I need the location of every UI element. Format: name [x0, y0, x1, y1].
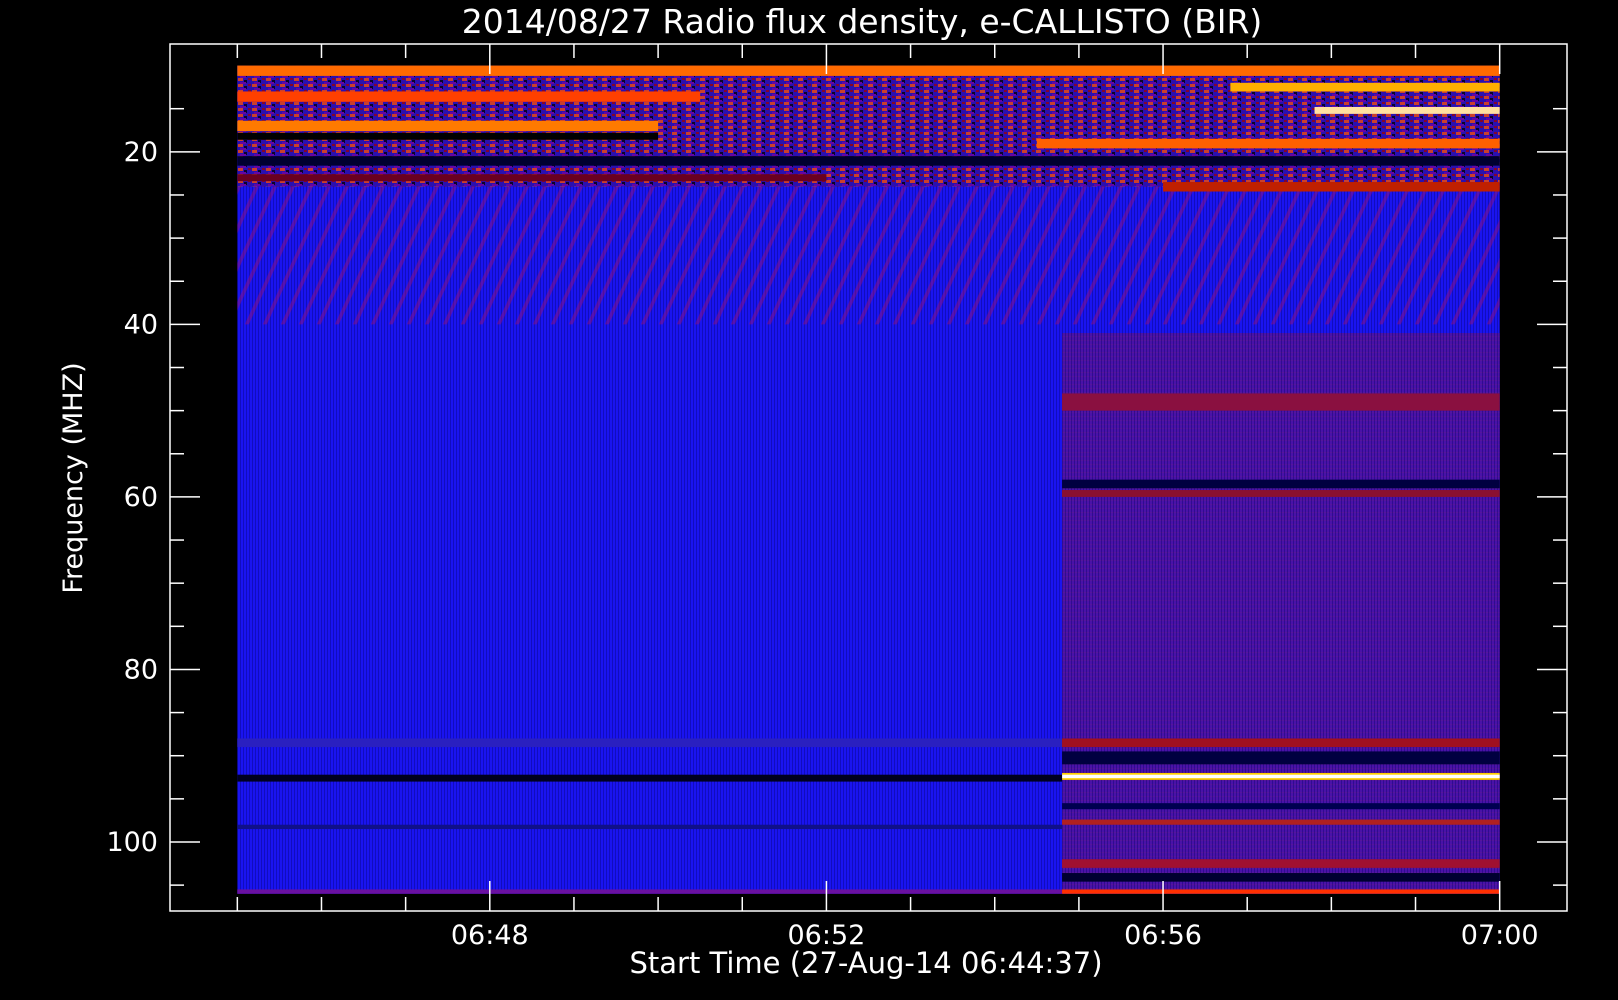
heatmap-band: [1062, 751, 1500, 765]
heatmap-band: [1062, 479, 1500, 489]
heatmap-band: [1062, 873, 1500, 882]
y-tick-label: 100: [106, 827, 158, 858]
heatmap-band: [237, 738, 1063, 748]
heatmap-band: [1163, 182, 1500, 192]
heatmap-band: [1062, 774, 1500, 779]
spectrogram-image: [237, 65, 1500, 894]
heatmap-band: [1062, 819, 1500, 825]
heatmap-band: [237, 774, 1063, 782]
heatmap-band: [237, 91, 701, 102]
heatmap-band: [237, 174, 827, 182]
y-tick-label: 20: [124, 137, 158, 168]
x-tick-label: 06:56: [1124, 920, 1202, 951]
heatmap-band: [1062, 393, 1500, 411]
chart-title: 2014/08/27 Radio flux density, e-CALLIST…: [462, 2, 1263, 41]
heatmap-band: [237, 120, 659, 132]
heatmap-band: [237, 65, 1500, 76]
heatmap-band: [237, 824, 1063, 830]
y-tick-label: 80: [124, 654, 158, 685]
x-tick-label: 06:48: [451, 920, 529, 951]
heatmap-band: [1062, 490, 1500, 497]
heatmap-band: [237, 889, 1063, 894]
spectrogram-figure: 2014/08/27 Radio flux density, e-CALLIST…: [58, 2, 1568, 980]
heatmap-band: [1062, 803, 1500, 810]
y-axis-label: Frequency (MHZ): [58, 362, 89, 593]
x-axis-label: Start Time (27-Aug-14 06:44:37): [629, 946, 1102, 980]
heatmap-band: [1062, 738, 1500, 748]
heatmap-band: [1230, 82, 1500, 92]
heatmap-band: [1062, 859, 1500, 868]
heatmap-diagonal-drift: [237, 186, 1500, 325]
y-tick-label: 40: [124, 309, 158, 340]
x-tick-label: 07:00: [1461, 920, 1539, 951]
heatmap-band: [237, 156, 1500, 166]
heatmap-band: [237, 132, 659, 140]
heatmap-band: [1036, 138, 1500, 149]
y-tick-label: 60: [124, 482, 158, 513]
heatmap-band: [1062, 889, 1500, 894]
heatmap-band: [1314, 106, 1500, 114]
